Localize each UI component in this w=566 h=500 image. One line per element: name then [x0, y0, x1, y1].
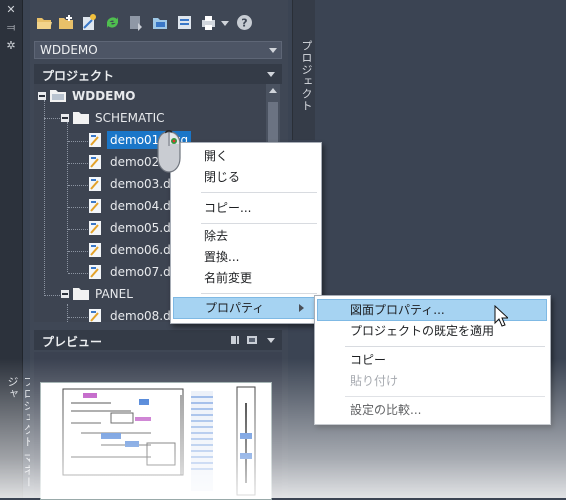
- chevron-down-icon[interactable]: [267, 72, 275, 77]
- submenu-item-apply-project-defaults[interactable]: プロジェクトの既定を適用: [350, 321, 494, 342]
- collapse-icon[interactable]: [61, 290, 69, 298]
- toolbar: ?: [30, 10, 288, 36]
- tree-guide-line: [44, 118, 60, 119]
- submenu-arrow-icon: [299, 304, 304, 312]
- scroll-up-icon[interactable]: [269, 88, 277, 93]
- drawing-icon: [89, 265, 101, 279]
- project-settings-icon[interactable]: [176, 14, 193, 31]
- detail-view-icon[interactable]: [230, 335, 240, 345]
- close-icon[interactable]: ✕: [5, 4, 17, 16]
- tree-node-label: demo07.d: [110, 265, 171, 279]
- tree-node-label: demo08.d: [110, 309, 171, 322]
- help-icon[interactable]: ?: [236, 14, 253, 31]
- tree-node-label: demo05.d: [110, 221, 171, 235]
- project-tab-label: プロジェクト: [300, 40, 313, 112]
- drawing-icon: [89, 243, 101, 257]
- new-drawing-icon[interactable]: [80, 14, 97, 31]
- tree-guide-line: [67, 304, 68, 322]
- thumbnail-view-icon[interactable]: [246, 335, 258, 345]
- collapse-icon[interactable]: [38, 92, 46, 100]
- project-task-list-icon[interactable]: [152, 14, 169, 31]
- drawing-icon: [89, 221, 101, 235]
- menu-item-open[interactable]: 開く: [204, 146, 228, 167]
- pointer-cursor-icon: [494, 305, 508, 327]
- tree-node-label: SCHEMATIC: [95, 111, 165, 125]
- submenu-item-compare-settings[interactable]: 設定の比較...: [350, 400, 421, 421]
- project-section-header[interactable]: プロジェクト: [34, 64, 282, 84]
- tree-guide-line: [68, 163, 88, 164]
- preview-section-header[interactable]: プレビュー: [34, 330, 282, 350]
- context-menu: 開く 閉じる コピー... 除去 置換... 名前変更 プロパティ: [170, 142, 322, 324]
- dropdown-icon[interactable]: [220, 14, 230, 31]
- plot-icon[interactable]: [200, 14, 217, 31]
- folder-icon: [73, 288, 89, 300]
- menu-separator: [201, 223, 317, 224]
- tree-guide-line: [68, 141, 88, 142]
- project-selector[interactable]: WDDEMO: [34, 41, 282, 59]
- submenu-item-drawing-properties[interactable]: 図面プロパティ...: [317, 299, 547, 321]
- tree-guide-line: [68, 185, 88, 186]
- new-project-icon[interactable]: [58, 14, 75, 31]
- chevron-down-icon[interactable]: [267, 338, 275, 343]
- mouse-right-click-icon: [157, 130, 181, 173]
- menu-item-properties[interactable]: プロパティ: [173, 297, 317, 319]
- drawing-icon: [89, 309, 101, 322]
- svg-text:?: ?: [241, 17, 247, 30]
- tree-guide-line: [44, 295, 60, 296]
- project-selector-value: WDDEMO: [40, 43, 98, 57]
- refresh-icon[interactable]: [104, 14, 121, 31]
- auto-hide-icon[interactable]: ⫤: [5, 22, 17, 34]
- drawing-preview-image: [40, 382, 272, 500]
- submenu-item-paste[interactable]: 貼り付け: [350, 371, 398, 392]
- tree-node-label: WDDEMO: [72, 89, 136, 103]
- chevron-down-icon: [269, 48, 277, 53]
- tree-guide-line: [68, 207, 88, 208]
- properties-submenu: 図面プロパティ... プロジェクトの既定を適用 コピー 貼り付け 設定の比較..…: [314, 295, 551, 425]
- update-icon[interactable]: [128, 14, 145, 31]
- drawing-icon: [89, 155, 101, 169]
- menu-item-close[interactable]: 閉じる: [204, 167, 240, 188]
- menu-item-label: 図面プロパティ...: [350, 303, 445, 317]
- tree-guide-line: [68, 251, 88, 252]
- project-section-title: プロジェクト: [42, 69, 115, 83]
- preview-section-title: プレビュー: [42, 335, 103, 349]
- drawing-icon: [89, 133, 101, 147]
- menu-item-replace[interactable]: 置換...: [204, 247, 239, 268]
- drawing-icon: [89, 199, 101, 213]
- tree-node-label: demo03.d: [110, 177, 171, 191]
- menu-separator: [201, 293, 317, 294]
- menu-item-label: プロパティ: [205, 301, 265, 315]
- folder-icon: [73, 112, 89, 124]
- tree-node-label: PANEL: [95, 287, 133, 301]
- tree-node-label: demo02: [110, 155, 160, 169]
- properties-icon[interactable]: ✲: [5, 40, 17, 52]
- drawing-icon: [89, 177, 101, 191]
- collapse-icon[interactable]: [61, 114, 69, 122]
- menu-item-remove[interactable]: 除去: [204, 226, 228, 247]
- menu-separator: [345, 346, 545, 347]
- tree-node-label: demo06.d: [110, 243, 171, 257]
- tree-guide-line: [68, 273, 88, 274]
- open-project-icon[interactable]: [36, 14, 53, 31]
- menu-item-copy[interactable]: コピー...: [204, 198, 251, 219]
- tree-guide-line: [44, 100, 45, 296]
- left-strip: ✕ ⫤ ✲ プロジェクト マネージャ: [0, 0, 35, 498]
- tree-guide-line: [67, 122, 68, 272]
- project-tab[interactable]: プロジェクト: [292, 0, 315, 140]
- tree-guide-line: [68, 317, 88, 318]
- project-folder-icon: [50, 90, 66, 102]
- menu-separator: [345, 396, 545, 397]
- tree-guide-line: [68, 229, 88, 230]
- submenu-item-copy[interactable]: コピー: [350, 350, 386, 371]
- tree-node-label: demo04.d: [110, 199, 171, 213]
- menu-item-rename[interactable]: 名前変更: [204, 268, 252, 289]
- menu-separator: [201, 192, 317, 193]
